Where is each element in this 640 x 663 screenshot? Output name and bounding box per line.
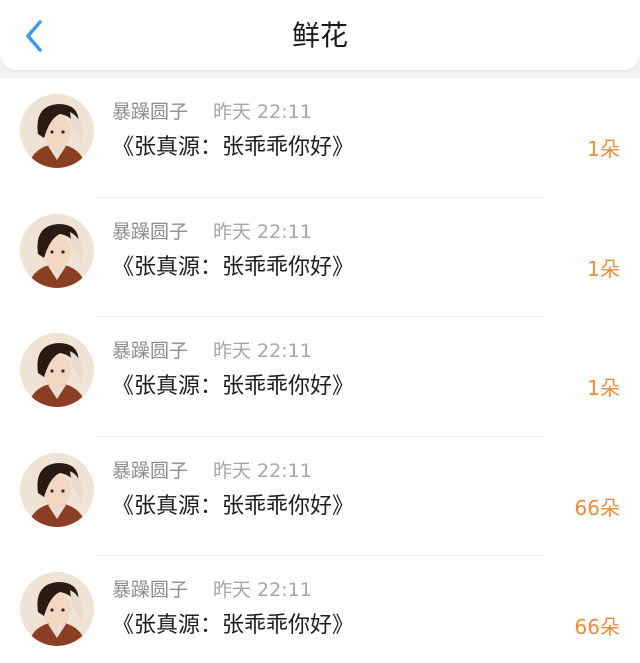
username: 暴躁圆子 (112, 579, 189, 601)
list-item[interactable]: 暴躁圆子 昨天 22:11 《张真源：张乖乖你好》 66朵 (0, 437, 640, 556)
avatar[interactable] (20, 452, 94, 527)
avatar[interactable] (20, 94, 94, 168)
flower-count: 1朵 (587, 256, 620, 281)
flower-gift-list: 暴躁圆子 昨天 22:11 《张真源：张乖乖你好》 1朵 暴躁圆子 昨天 22:… (0, 78, 640, 663)
list-item[interactable]: 暴躁圆子 昨天 22:11 《张真源：张乖乖你好》 66朵 (0, 556, 640, 663)
avatar[interactable] (20, 213, 94, 288)
list-item[interactable]: 暴躁圆子 昨天 22:11 《张真源：张乖乖你好》 1朵 (0, 78, 640, 198)
flower-count: 1朵 (587, 137, 620, 161)
message-text: 《张真源：张乖乖你好》 (112, 613, 355, 638)
timestamp: 昨天 22:11 (213, 459, 312, 482)
username: 暴躁圆子 (112, 101, 189, 123)
message-text: 《张真源：张乖乖你好》 (112, 493, 355, 519)
list-item[interactable]: 暴躁圆子 昨天 22:11 《张真源：张乖乖你好》 1朵 (0, 198, 640, 317)
avatar[interactable] (20, 572, 94, 646)
flower-count: 66朵 (574, 495, 620, 520)
username: 暴躁圆子 (112, 340, 189, 362)
page-title: 鲜花 (291, 19, 348, 52)
message-text: 《张真源：张乖乖你好》 (112, 135, 355, 160)
flower-count: 1朵 (587, 376, 620, 400)
timestamp: 昨天 22:11 (213, 340, 312, 362)
avatar[interactable] (20, 333, 94, 407)
timestamp: 昨天 22:11 (213, 220, 312, 243)
username: 暴躁圆子 (112, 220, 189, 243)
message-text: 《张真源：张乖乖你好》 (112, 254, 355, 280)
top-bar: 鲜花 (0, 0, 640, 70)
list-item[interactable]: 暴躁圆子 昨天 22:11 《张真源：张乖乖你好》 1朵 (0, 317, 640, 437)
timestamp: 昨天 22:11 (213, 101, 312, 123)
username: 暴躁圆子 (112, 459, 189, 482)
message-text: 《张真源：张乖乖你好》 (112, 374, 355, 399)
timestamp: 昨天 22:11 (213, 579, 312, 601)
flower-count: 66朵 (574, 615, 620, 639)
